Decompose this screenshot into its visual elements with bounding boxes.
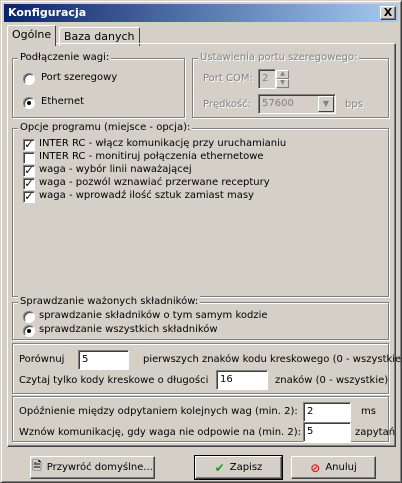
option-label-1[interactable]: INTER RC - włącz komunikację przy urucha… (39, 138, 286, 149)
close-button[interactable]: X (380, 6, 396, 20)
chevron-down-icon[interactable]: ▼ (318, 96, 334, 112)
radio-same-code[interactable] (23, 311, 35, 323)
option-checkbox-4[interactable]: ✓ (23, 178, 35, 190)
option-checkbox-1[interactable]: ✓ (23, 139, 35, 151)
radio-all-ingredients-label[interactable]: sprawdzanie wszystkich składników (39, 324, 218, 335)
delay-field[interactable]: 2 (303, 402, 351, 422)
compare-label: Porównuj (19, 354, 65, 365)
serial-settings-legend: Ustawienia portu szeregowego: (198, 52, 360, 63)
option-label-3[interactable]: waga - wybór linii naważającej (39, 164, 192, 175)
option-checkbox-2[interactable] (23, 152, 35, 164)
ingredient-check-group: Sprawdzanie ważonych składników: sprawdz… (12, 296, 389, 340)
resume-unit: zapytań (355, 427, 396, 438)
tab-database-label: Baza danych (64, 30, 135, 43)
radio-ethernet[interactable] (23, 97, 35, 109)
checkmark-icon: ✔ (214, 460, 225, 475)
spin-down-icon[interactable]: ▼ (276, 79, 289, 88)
read-length-value: 16 (220, 374, 233, 385)
cancel-label: Anuluj (325, 462, 357, 473)
radio-ethernet-label[interactable]: Ethernet (41, 96, 84, 107)
cancel-button[interactable]: ⊘ Anuluj (291, 456, 376, 479)
timing-group: Opóźnienie między odpytaniem kolejnych w… (12, 396, 395, 442)
title-bar[interactable]: Konfiguracja X (4, 4, 398, 22)
ingredient-check-legend: Sprawdzanie ważonych składników: (18, 296, 201, 307)
option-label-2[interactable]: INTER RC - monitiruj połączenia ethernet… (39, 151, 264, 162)
program-options-legend: Opcje programu (miejsce - opcja): (18, 122, 193, 133)
option-checkbox-3[interactable]: ✓ (23, 165, 35, 177)
port-com-spinner[interactable]: ▲ ▼ (276, 70, 289, 88)
tab-general[interactable]: Ogólne (7, 25, 57, 46)
option-checkbox-5[interactable]: ✓ (23, 191, 35, 203)
option-label-5[interactable]: waga - wprowadź ilość sztuk zamiast masy (39, 190, 254, 201)
document-icon: 🗎 (32, 459, 42, 473)
read-length-label: Czytaj tylko kody kreskowe o długości (19, 375, 209, 386)
restore-defaults-button[interactable]: 🗎 Przywróć domyślne... (30, 456, 155, 479)
barcode-group: Porównuj 5 pierwszych znaków kodu kresko… (12, 343, 402, 394)
save-button[interactable]: ✔ Zapisz (194, 455, 283, 480)
resume-value: 5 (307, 426, 314, 437)
config-dialog: Konfiguracja X Ogólne Baza danych Podłąc… (0, 0, 402, 483)
radio-serial-port[interactable] (23, 73, 35, 85)
scale-connection-legend: Podłączenie wagi: (18, 52, 112, 63)
save-label: Zapisz (229, 462, 263, 473)
scale-connection-group: Podłączenie wagi: Port szeregowy Etherne… (12, 52, 185, 118)
option-label-4[interactable]: waga - pozwól wznawiać przerwane receptu… (39, 177, 270, 188)
port-com-value: 2 (262, 73, 269, 84)
window-title: Konfiguracja (8, 6, 87, 19)
resume-label: Wznów komunikację, gdy waga nie odpowie … (19, 427, 302, 438)
delay-unit: ms (361, 406, 376, 417)
restore-defaults-label: Przywróć domyślne... (46, 462, 153, 473)
port-com-label: Port COM: (203, 73, 253, 84)
general-tab-panel: Podłączenie wagi: Port szeregowy Etherne… (7, 43, 402, 447)
radio-all-ingredients[interactable] (23, 325, 35, 337)
spin-up-icon[interactable]: ▲ (276, 70, 289, 79)
resume-field[interactable]: 5 (303, 422, 351, 442)
program-options-group: Opcje programu (miejsce - opcja): ✓ INTE… (12, 122, 389, 297)
radio-serial-port-label[interactable]: Port szeregowy (41, 72, 117, 83)
close-icon: X (383, 6, 393, 19)
radio-same-code-label[interactable]: sprawdzanie składników o tym samym kodzi… (39, 310, 268, 321)
port-com-field[interactable]: 2 (258, 69, 276, 89)
read-length-suffix: znaków (0 - wszystkie) (275, 375, 389, 386)
serial-settings-group: Ustawienia portu szeregowego: Port COM: … (192, 52, 389, 118)
compare-suffix: pierwszych znaków kodu kreskowego (0 - w… (143, 354, 402, 365)
speed-value: 57600 (262, 98, 294, 109)
speed-unit: bps (345, 99, 363, 110)
delay-value: 2 (307, 406, 314, 417)
cancel-icon: ⊘ (310, 460, 321, 475)
compare-value: 5 (82, 354, 89, 365)
compare-field[interactable]: 5 (78, 350, 129, 370)
speed-label: Prędkość: (203, 99, 252, 110)
read-length-field[interactable]: 16 (216, 370, 268, 390)
delay-label: Opóźnienie między odpytaniem kolejnych w… (19, 406, 298, 417)
tab-general-label: Ogólne (12, 28, 52, 41)
